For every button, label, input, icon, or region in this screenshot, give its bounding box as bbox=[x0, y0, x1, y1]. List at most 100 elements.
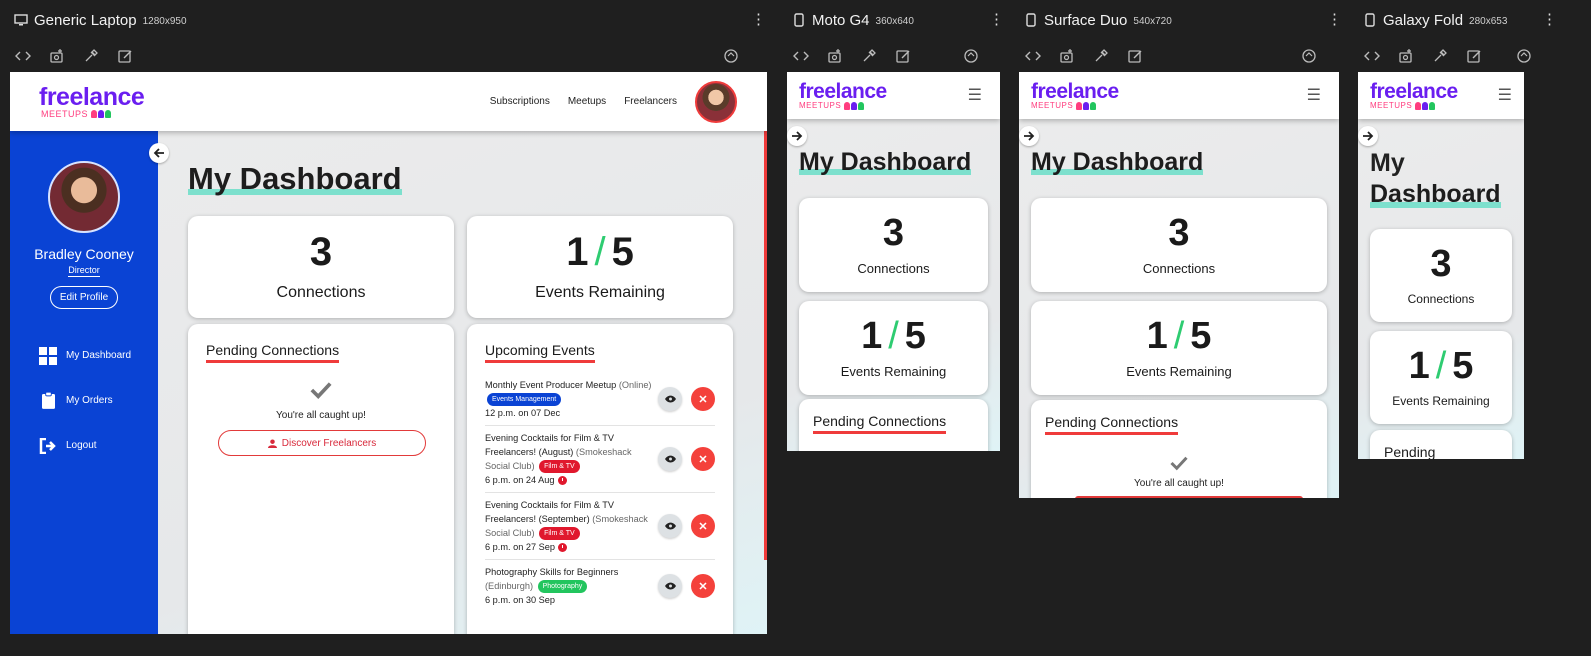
sidebar-item-dashboard[interactable]: My Dashboard bbox=[10, 333, 158, 378]
header-avatar[interactable] bbox=[695, 80, 737, 123]
user-icon bbox=[267, 438, 277, 448]
nav-meetups[interactable]: Meetups bbox=[568, 96, 606, 107]
code-icon[interactable] bbox=[1363, 47, 1381, 65]
edit-profile-button[interactable]: Edit Profile bbox=[49, 286, 119, 309]
event-tag: Film & TV bbox=[539, 460, 580, 473]
eye-icon bbox=[664, 395, 676, 403]
device-toolbar bbox=[14, 40, 766, 72]
brand-logo[interactable]: freelance MEETUPS bbox=[39, 82, 145, 119]
connections-card: 3 Connections bbox=[188, 216, 454, 318]
upcoming-events-title: Upcoming Events bbox=[485, 342, 595, 363]
connections-card: 3 Connections bbox=[799, 198, 988, 292]
device-header: Moto G4 360x640 ⋮ bbox=[792, 0, 1004, 40]
rotate-icon[interactable] bbox=[962, 47, 980, 65]
brand-logo[interactable]: freelance MEETUPS bbox=[799, 81, 887, 110]
eyedropper-icon[interactable] bbox=[860, 47, 878, 65]
code-icon[interactable] bbox=[1024, 47, 1042, 65]
eyedropper-icon[interactable] bbox=[1431, 47, 1449, 65]
expand-sidebar-button[interactable] bbox=[1019, 126, 1039, 146]
expand-sidebar-button[interactable] bbox=[787, 126, 807, 146]
connections-card: 3 Connections bbox=[1370, 229, 1512, 322]
event-on: on bbox=[513, 542, 524, 552]
nav-subscriptions[interactable]: Subscriptions bbox=[490, 96, 550, 107]
nav-freelancers[interactable]: Freelancers bbox=[624, 96, 677, 107]
event-tag: Photography bbox=[537, 580, 588, 593]
discover-freelancers-button-edge[interactable] bbox=[1075, 496, 1303, 498]
event-on: on bbox=[513, 595, 524, 605]
kebab-menu-icon[interactable]: ⋮ bbox=[1542, 12, 1557, 27]
moto-viewport: freelance MEETUPS ☰ My Dashboard 3 Conne… bbox=[787, 72, 1000, 451]
arrow-right-icon bbox=[1363, 131, 1374, 141]
event-on: on bbox=[513, 475, 524, 485]
event-title[interactable]: Photography Skills for Beginners bbox=[485, 567, 618, 577]
edit-icon[interactable] bbox=[894, 47, 912, 65]
kebab-menu-icon[interactable]: ⋮ bbox=[1327, 12, 1342, 27]
event-info: Monthly Event Producer Meetup (Online) E… bbox=[485, 378, 652, 420]
sidebar-item-logout[interactable]: Logout bbox=[10, 423, 158, 468]
screenshot-icon[interactable] bbox=[48, 47, 66, 65]
profile-name: Bradley Cooney bbox=[34, 246, 134, 262]
arrow-right-icon bbox=[792, 131, 803, 141]
view-event-button[interactable] bbox=[658, 514, 682, 538]
event-info: Evening Cocktails for Film & TV Freelanc… bbox=[485, 431, 652, 487]
view-event-button[interactable] bbox=[658, 447, 682, 471]
rotate-icon[interactable] bbox=[722, 47, 740, 65]
screenshot-icon[interactable] bbox=[1397, 47, 1415, 65]
monitor-icon bbox=[14, 13, 28, 27]
brand-logo[interactable]: freelance MEETUPS bbox=[1031, 81, 1119, 110]
event-actions: ✕ bbox=[658, 574, 715, 598]
pending-connections-title: Pending Connections bbox=[813, 413, 947, 434]
view-event-button[interactable] bbox=[658, 574, 682, 598]
edit-icon[interactable] bbox=[1126, 47, 1144, 65]
logo-tagline-text: MEETUPS bbox=[41, 108, 89, 119]
cancel-event-button[interactable]: ✕ bbox=[691, 387, 715, 411]
kebab-menu-icon[interactable]: ⋮ bbox=[989, 12, 1004, 27]
close-icon: ✕ bbox=[698, 520, 708, 533]
event-title[interactable]: Monthly Event Producer Meetup bbox=[485, 380, 616, 390]
sidebar-item-label: Logout bbox=[66, 440, 97, 451]
eyedropper-icon[interactable] bbox=[1092, 47, 1110, 65]
brand-logo[interactable]: freelance MEETUPS bbox=[1370, 81, 1458, 110]
pending-connections-title: Pending Connections bbox=[206, 342, 340, 363]
event-actions: ✕ bbox=[658, 514, 715, 538]
collapse-sidebar-button[interactable] bbox=[149, 143, 169, 163]
cancel-event-button[interactable]: ✕ bbox=[691, 574, 715, 598]
event-datetime: 12 p.m. on 07 Dec bbox=[485, 406, 652, 420]
logo-tagline-text: MEETUPS bbox=[799, 101, 842, 110]
device-toolbar bbox=[1363, 40, 1557, 72]
rotate-icon[interactable] bbox=[1300, 47, 1318, 65]
device-name: Generic Laptop bbox=[34, 11, 137, 29]
rotate-icon[interactable] bbox=[1515, 47, 1533, 65]
scrollbar[interactable] bbox=[764, 72, 767, 560]
view-event-button[interactable] bbox=[658, 387, 682, 411]
events-used: 1 bbox=[1408, 345, 1430, 387]
sidebar-item-orders[interactable]: My Orders bbox=[10, 378, 158, 423]
edit-icon[interactable] bbox=[116, 47, 134, 65]
device-size: 360x640 bbox=[875, 16, 914, 27]
cancel-event-button[interactable]: ✕ bbox=[691, 514, 715, 538]
expand-sidebar-button[interactable] bbox=[1358, 126, 1378, 146]
events-list: Monthly Event Producer Meetup (Online) E… bbox=[485, 373, 715, 612]
site-header: freelance MEETUPS ☰ bbox=[1019, 72, 1339, 119]
code-icon[interactable] bbox=[792, 47, 810, 65]
cancel-event-button[interactable]: ✕ bbox=[691, 447, 715, 471]
logo-wordmark: freelance bbox=[39, 82, 145, 111]
discover-freelancers-button[interactable]: Discover Freelancers bbox=[218, 430, 426, 456]
logo-tagline: MEETUPS bbox=[41, 108, 144, 119]
hamburger-icon[interactable]: ☰ bbox=[968, 87, 982, 104]
hamburger-icon[interactable]: ☰ bbox=[1498, 87, 1512, 104]
event-time: 12 p.m. bbox=[485, 408, 516, 418]
page-title: My Dashboard bbox=[1370, 148, 1501, 210]
edit-icon[interactable] bbox=[1465, 47, 1483, 65]
screenshot-icon[interactable] bbox=[1058, 47, 1076, 65]
eyedropper-icon[interactable] bbox=[82, 47, 100, 65]
event-date: 24 Aug bbox=[525, 475, 555, 485]
kebab-menu-icon[interactable]: ⋮ bbox=[751, 12, 766, 27]
hamburger-icon[interactable]: ☰ bbox=[1307, 87, 1321, 104]
device-size: 280x653 bbox=[1469, 16, 1508, 27]
code-icon[interactable] bbox=[14, 47, 32, 65]
screenshot-icon[interactable] bbox=[826, 47, 844, 65]
event-date: 07 Dec bbox=[531, 408, 561, 418]
page-title: My Dashboard bbox=[188, 161, 402, 196]
connections-count: 3 bbox=[882, 212, 905, 254]
